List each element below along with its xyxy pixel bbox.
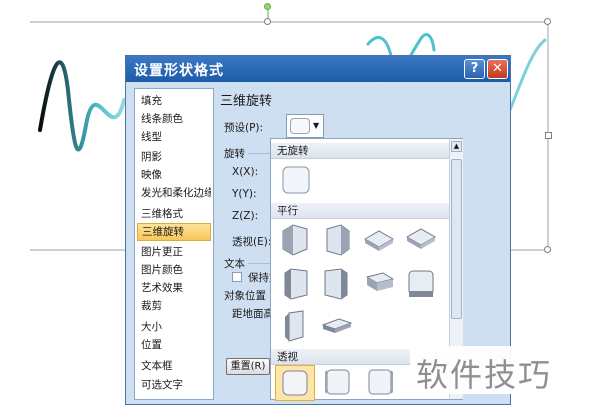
nav-item-artistic-effects[interactable]: 艺术效果 — [137, 279, 211, 297]
preset-no-rotation[interactable] — [279, 163, 315, 199]
rotation-label: 旋转 — [224, 148, 245, 160]
nav-item-3d-rotation[interactable]: 三维旋转 — [137, 223, 211, 241]
nav-item-text-box[interactable]: 文本框 — [137, 357, 211, 375]
perspective-label: 透视(E): — [232, 236, 272, 248]
nav-item-picture-corrections[interactable]: 图片更正 — [137, 243, 211, 261]
dialog-title: 设置形状格式 — [134, 63, 224, 79]
resize-handle-right-middle[interactable] — [545, 132, 552, 139]
preset-swatch-icon — [290, 118, 310, 134]
preset-iso-left-icon — [282, 224, 308, 256]
preset-perspective-left-icon — [325, 369, 350, 395]
preset-parallel-10[interactable] — [319, 307, 355, 343]
nav-item-position[interactable]: 位置 — [137, 336, 211, 354]
nav-item-size[interactable]: 大小 — [137, 318, 211, 336]
nav-item-shadow[interactable]: 阴影 — [137, 148, 211, 166]
preset-perspective-right[interactable] — [363, 365, 399, 401]
help-button[interactable]: ? — [464, 59, 485, 79]
dropdown-arrow-icon: ▼ — [313, 121, 320, 130]
preset-iso-top-icon — [363, 230, 395, 251]
preset-dropdown-button[interactable]: ▼ — [286, 114, 324, 138]
close-icon: ✕ — [492, 61, 503, 76]
group-header-no-rotation: 无旋转 — [271, 143, 449, 159]
wave-shape[interactable] — [38, 60, 126, 152]
y-rotation-label: Y(Y): — [232, 188, 257, 200]
watermark-text: 软件技巧 — [416, 356, 553, 394]
preset-iso-right-icon — [326, 224, 350, 256]
preset-parallel-4[interactable] — [403, 221, 439, 257]
reset-button[interactable]: 重置(R) — [226, 358, 270, 375]
preset-label: 预设(P): — [224, 122, 264, 134]
object-position-label: 对象位置 — [224, 290, 266, 302]
nav-item-crop[interactable]: 裁剪 — [137, 297, 211, 315]
watermark: 软件技巧 — [410, 346, 600, 394]
group-header-parallel: 平行 — [271, 203, 449, 219]
preset-off-axis-top-icon — [365, 272, 395, 291]
preset-parallel-8[interactable] — [403, 265, 439, 301]
resize-handle-top-right[interactable] — [544, 18, 551, 25]
wave-shape-right[interactable] — [508, 38, 547, 112]
nav-item-line-style[interactable]: 线型 — [137, 128, 211, 146]
close-button[interactable]: ✕ — [487, 59, 508, 79]
text-section-label: 文本 — [224, 258, 245, 270]
distance-from-ground-label: 距地面高 — [232, 308, 274, 320]
preset-flat-icon — [282, 166, 310, 194]
help-icon: ? — [470, 61, 479, 76]
resize-handle-bottom-right[interactable] — [544, 246, 551, 253]
preset-perspective-right-icon — [368, 369, 393, 395]
scroll-up-icon[interactable]: ▲ — [451, 141, 462, 152]
preset-parallel-6[interactable] — [319, 265, 355, 301]
preset-off-axis-left-icon — [284, 268, 308, 300]
preset-parallel-7[interactable] — [361, 265, 397, 301]
category-list: 填充 线条颜色 线型 阴影 映像 发光和柔化边缘 三维格式 三维旋转 图片更正 … — [134, 88, 214, 400]
preset-off-axis-bottom-icon — [408, 270, 434, 297]
keep-text-flat-checkbox[interactable] — [232, 272, 242, 282]
nav-item-reflection[interactable]: 映像 — [137, 166, 211, 184]
preset-perspective-left[interactable] — [319, 365, 355, 401]
nav-item-glow-soft-edges[interactable]: 发光和柔化边缘 — [137, 184, 211, 202]
nav-item-line-color[interactable]: 线条颜色 — [137, 110, 211, 128]
preset-perspective-front-icon — [282, 370, 308, 396]
z-rotation-label: Z(Z): — [232, 210, 259, 222]
preset-parallel-1[interactable] — [277, 221, 313, 257]
preset-parallel-2[interactable] — [319, 221, 355, 257]
nav-item-3d-format[interactable]: 三维格式 — [137, 205, 211, 223]
resize-handle-top-middle[interactable] — [264, 18, 271, 25]
rotation-handle[interactable] — [264, 3, 271, 10]
dialog-title-bar[interactable]: 设置形状格式 ? ✕ — [126, 56, 510, 82]
preset-oblique-left-icon — [285, 310, 304, 342]
nav-item-alt-text[interactable]: 可选文字 — [137, 376, 211, 394]
preset-parallel-9[interactable] — [277, 307, 313, 343]
section-title: 三维旋转 — [220, 94, 273, 109]
x-rotation-label: X(X): — [232, 166, 259, 178]
nav-item-picture-color[interactable]: 图片颜色 — [137, 261, 211, 279]
nav-item-fill[interactable]: 填充 — [137, 92, 211, 110]
preset-parallel-3[interactable] — [361, 221, 397, 257]
preset-oblique-top-icon — [321, 318, 353, 333]
preset-perspective-front[interactable] — [275, 365, 315, 401]
scroll-thumb[interactable] — [451, 159, 462, 319]
preset-parallel-5[interactable] — [277, 265, 313, 301]
preset-iso-bottom-icon — [405, 228, 437, 249]
preset-off-axis-right-icon — [324, 268, 348, 300]
